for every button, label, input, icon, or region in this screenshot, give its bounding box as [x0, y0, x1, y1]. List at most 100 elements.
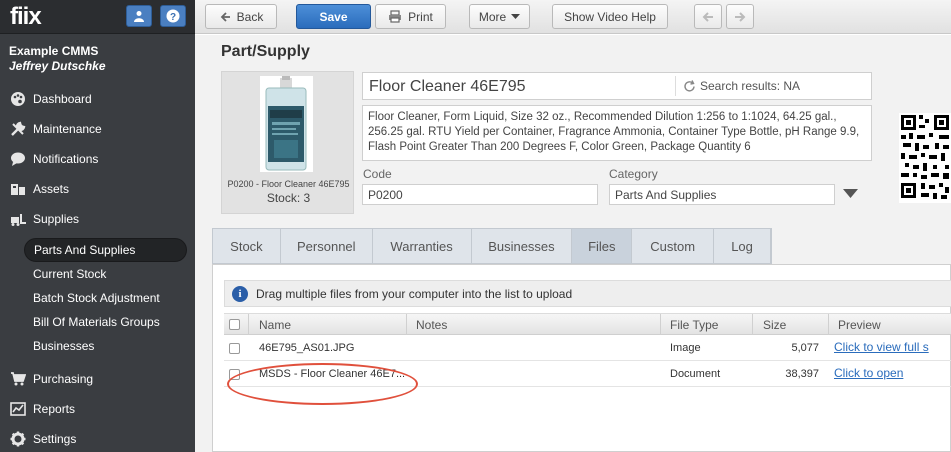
next-record-button[interactable]	[726, 4, 754, 29]
row-checkbox[interactable]	[229, 369, 240, 380]
main-content: Part/Supply P0200 - Floor Cleaner 46E795…	[195, 35, 951, 452]
col-preview[interactable]: Preview	[838, 318, 881, 332]
nav-label: Dashboard	[33, 92, 92, 106]
subnav-bill-of-materials-groups[interactable]: Bill Of Materials Groups	[0, 310, 195, 334]
table-row[interactable]: MSDS - Floor Cleaner 46E7... Document 38…	[224, 361, 951, 387]
nav-purchasing[interactable]: Purchasing	[0, 364, 195, 394]
col-sep	[406, 314, 407, 335]
col-notes[interactable]: Notes	[416, 318, 447, 332]
subnav-current-stock[interactable]: Current Stock	[0, 262, 195, 286]
tab-log[interactable]: Log	[714, 229, 771, 263]
nav-dashboard[interactable]: Dashboard	[0, 84, 195, 114]
code-input[interactable]: P0200	[362, 184, 598, 205]
file-name[interactable]: MSDS - Floor Cleaner 46E7...	[259, 368, 405, 380]
chart-icon	[9, 400, 27, 418]
user-icon	[134, 11, 144, 22]
nav-notifications[interactable]: Notifications	[0, 144, 195, 174]
cart-icon	[9, 370, 27, 388]
nav-label: Purchasing	[33, 372, 94, 386]
nav-supplies[interactable]: Supplies	[0, 204, 195, 234]
record-tabs: Stock Personnel Warranties Businesses Fi…	[212, 228, 772, 264]
col-sep	[828, 314, 829, 335]
file-type: Document	[670, 368, 721, 380]
nav-maintenance[interactable]: Maintenance	[0, 114, 195, 144]
tab-personnel[interactable]: Personnel	[281, 229, 373, 263]
show-video-help-button[interactable]: Show Video Help	[552, 4, 668, 29]
file-size: 38,397	[785, 368, 819, 380]
toolbar: Back Save Print More Show Video Help	[195, 0, 951, 34]
arrow-right-icon	[735, 11, 746, 22]
user-profile-button[interactable]	[126, 5, 152, 27]
files-grid: Name Notes File Type Size Preview 46E795…	[224, 313, 951, 387]
boxes-icon	[9, 180, 27, 198]
supplies-subnav: Parts And Supplies Current Stock Batch S…	[0, 234, 195, 364]
tab-businesses[interactable]: Businesses	[472, 229, 573, 263]
svg-text:?: ?	[170, 12, 176, 23]
col-file-type[interactable]: File Type	[670, 318, 718, 332]
save-button[interactable]: Save	[296, 4, 371, 29]
back-label: Back	[236, 9, 264, 24]
description-textarea[interactable]: Floor Cleaner, Form Liquid, Size 32 oz.,…	[362, 105, 872, 161]
open-file-link[interactable]: Click to open	[834, 366, 951, 380]
sidebar: fiix ? Example CMMS Jeffrey Dutschke Das…	[0, 0, 195, 452]
col-sep	[752, 314, 753, 335]
arrow-left-icon	[702, 11, 713, 22]
back-button[interactable]: Back	[205, 4, 277, 29]
more-dropdown[interactable]: More	[469, 4, 530, 29]
upload-info-bar: i Drag multiple files from your computer…	[224, 280, 951, 307]
category-input[interactable]: Parts And Supplies	[609, 184, 835, 205]
col-size[interactable]: Size	[763, 318, 786, 332]
question-icon: ?	[166, 9, 180, 23]
nav-label: Maintenance	[33, 122, 102, 136]
tab-stock[interactable]: Stock	[213, 229, 281, 263]
more-label: More	[478, 9, 507, 24]
grid-header: Name Notes File Type Size Preview	[224, 313, 951, 335]
col-sep	[660, 314, 661, 335]
col-name[interactable]: Name	[259, 318, 291, 332]
col-sep	[248, 314, 249, 335]
qr-code	[899, 113, 951, 203]
chat-bubble-icon	[9, 150, 27, 168]
subnav-businesses[interactable]: Businesses	[0, 334, 195, 358]
previous-record-button[interactable]	[694, 4, 722, 29]
nav-label: Reports	[33, 402, 76, 416]
nav-assets[interactable]: Assets	[0, 174, 195, 204]
subnav-parts-and-supplies[interactable]: Parts And Supplies	[24, 238, 187, 262]
forklift-icon	[9, 210, 27, 228]
category-label: Category	[609, 167, 658, 181]
nav-label: Assets	[33, 182, 70, 196]
wrench-icon	[9, 120, 27, 138]
upload-info-text: Drag multiple files from your computer i…	[256, 286, 573, 301]
product-image[interactable]	[260, 76, 313, 172]
tab-warranties[interactable]: Warranties	[373, 229, 472, 263]
category-dropdown-icon[interactable]	[843, 189, 858, 199]
select-all-checkbox[interactable]	[229, 319, 240, 330]
row-checkbox[interactable]	[229, 343, 240, 354]
table-row[interactable]: 46E795_AS01.JPG Image 5,077 Click to vie…	[224, 335, 951, 361]
account-info: Example CMMS Jeffrey Dutschke	[0, 34, 195, 76]
fiix-logo[interactable]: fiix	[10, 3, 42, 31]
code-label: Code	[363, 167, 392, 181]
refresh-icon	[684, 79, 695, 92]
org-name: Example CMMS	[9, 44, 99, 58]
print-button[interactable]: Print	[375, 4, 446, 29]
photo-caption: P0200 - Floor Cleaner 46E795	[227, 179, 350, 189]
tab-custom[interactable]: Custom	[632, 229, 715, 263]
search-results[interactable]: Search results: NA	[683, 79, 800, 93]
nav-label: Supplies	[33, 212, 80, 226]
nav-reports[interactable]: Reports	[0, 394, 195, 424]
print-label: Print	[408, 9, 433, 24]
file-size: 5,077	[791, 342, 819, 354]
sidebar-header: fiix ?	[0, 0, 195, 34]
part-name-value: Floor Cleaner 46E795	[369, 78, 526, 95]
file-name[interactable]: 46E795_AS01.JPG	[259, 342, 354, 354]
view-full-size-link[interactable]: Click to view full s	[834, 340, 951, 354]
part-name-field[interactable]: Floor Cleaner 46E795 Search results: NA	[362, 72, 872, 100]
divider	[675, 76, 676, 96]
tab-files[interactable]: Files	[572, 229, 633, 263]
nav-settings[interactable]: Settings	[0, 424, 195, 452]
page-title: Part/Supply	[221, 43, 310, 60]
help-button[interactable]: ?	[160, 5, 186, 27]
subnav-batch-stock-adjustment[interactable]: Batch Stock Adjustment	[0, 286, 195, 310]
nav-label: Settings	[33, 432, 77, 446]
